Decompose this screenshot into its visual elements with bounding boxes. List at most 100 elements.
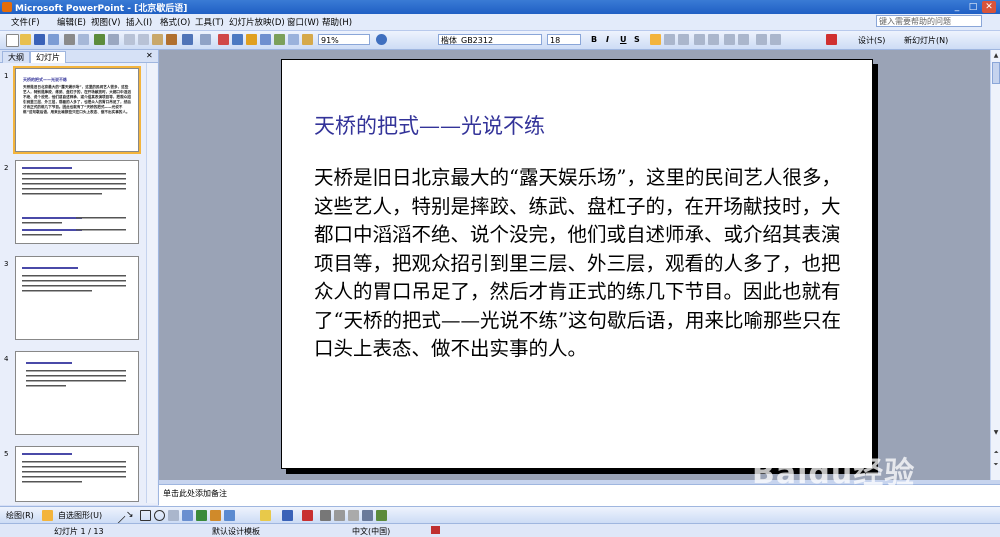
print-icon[interactable] (64, 34, 75, 45)
grid-icon[interactable] (288, 34, 299, 45)
scroll-down-icon[interactable]: ▼ (992, 428, 1000, 437)
status-bar: 幻灯片 1 / 13 默认设计模板 中文(中国) (0, 523, 1000, 537)
font-select[interactable]: 楷体_GB2312 (438, 34, 542, 45)
help-icon[interactable] (376, 34, 387, 45)
picture-icon[interactable] (224, 510, 235, 521)
save-icon[interactable] (34, 34, 45, 45)
numbering-icon[interactable] (694, 34, 705, 45)
increase-font-icon[interactable] (724, 34, 735, 45)
shadow-style-icon[interactable] (362, 510, 373, 521)
arrow-icon[interactable]: ↘ (126, 510, 137, 521)
help-search-input[interactable]: 键入需要帮助的问题 (876, 15, 982, 27)
menu-file[interactable]: 文件(F) (11, 16, 40, 28)
scroll-thumb[interactable] (992, 62, 1000, 84)
menu-bar: 文件(F) 编辑(E) 视图(V) 插入(I) 格式(O) 工具(T) 幻灯片放… (0, 14, 1000, 31)
close-pane-icon[interactable]: ✕ (146, 51, 153, 60)
close-button[interactable]: ✕ (982, 1, 996, 13)
align-center-icon[interactable] (664, 34, 675, 45)
menu-tools[interactable]: 工具(T) (195, 16, 224, 28)
align-right-icon[interactable] (678, 34, 689, 45)
bullets-icon[interactable] (708, 34, 719, 45)
oval-icon[interactable] (154, 510, 165, 521)
menu-window[interactable]: 窗口(W) (287, 16, 319, 28)
open-icon[interactable] (20, 34, 31, 45)
line-icon[interactable] (109, 507, 126, 525)
menu-insert[interactable]: 插入(I) (126, 16, 152, 28)
diagram-icon[interactable] (196, 510, 207, 521)
3d-style-icon[interactable] (376, 510, 387, 521)
autoshapes-button[interactable]: 自选图形(U) (58, 510, 102, 521)
slide-thumbnail-4[interactable] (15, 351, 139, 435)
italic-button[interactable]: I (606, 35, 609, 44)
design-template: 默认设计模板 (212, 527, 260, 536)
new-slide-button[interactable]: 新幻灯片(N) (904, 35, 948, 46)
shadow-button[interactable]: S (634, 35, 640, 44)
menu-view[interactable]: 视图(V) (91, 16, 120, 28)
design-button[interactable]: 设计(S) (858, 35, 885, 46)
tables-borders-icon[interactable] (246, 34, 257, 45)
draw-menu-button[interactable]: 绘图(R) (6, 510, 34, 521)
slide-thumbnail-5[interactable] (15, 446, 139, 502)
paste-icon[interactable] (152, 34, 163, 45)
print-preview-icon[interactable] (78, 34, 89, 45)
fill-color-icon[interactable] (260, 510, 271, 521)
expand-all-icon[interactable] (274, 34, 285, 45)
color-grayscale-icon[interactable] (302, 34, 313, 45)
permission-icon[interactable] (48, 34, 59, 45)
slide-thumbnail-1[interactable]: 天桥的把式——光说不练 天桥是旧日北京最大的“露天娱乐场”，这里的民间艺人很多，… (13, 66, 141, 154)
decrease-indent-icon[interactable] (756, 34, 767, 45)
textbox-icon[interactable] (168, 510, 179, 521)
bold-button[interactable]: B (591, 35, 597, 44)
font-size-select[interactable]: 18 (547, 34, 581, 45)
minimize-button[interactable]: _ (950, 1, 964, 13)
thumbnail-scrollbar[interactable] (146, 63, 157, 503)
menu-slideshow[interactable]: 幻灯片放映(D) (229, 16, 285, 28)
undo-icon[interactable] (182, 34, 193, 45)
underline-button[interactable]: U (620, 35, 627, 44)
slide-body-text[interactable]: 天桥是旧日北京最大的“露天娱乐场”，这里的民间艺人很多，这些艺人，特别是摔跤、练… (314, 164, 854, 364)
scroll-up-icon[interactable]: ▲ (992, 51, 1000, 60)
hyperlink-icon[interactable] (260, 34, 271, 45)
maximize-button[interactable]: □ (966, 1, 980, 13)
dash-style-icon[interactable] (334, 510, 345, 521)
slide-title[interactable]: 天桥的把式——光说不练 (314, 110, 545, 140)
redo-icon[interactable] (200, 34, 211, 45)
slide-canvas[interactable]: 天桥的把式——光说不练 天桥是旧日北京最大的“露天娱乐场”，这里的民间艺人很多，… (281, 59, 873, 469)
menu-help[interactable]: 帮助(H) (322, 16, 352, 28)
new-icon[interactable] (6, 34, 19, 47)
increase-indent-icon[interactable] (770, 34, 781, 45)
drawbar-font-color-icon[interactable] (302, 510, 313, 521)
slides-panel: 大纲 幻灯片 ✕ 1 天桥的把式——光说不练 天桥是旧日北京最大的“露天娱乐场”… (0, 50, 159, 505)
spelling-icon[interactable] (94, 34, 105, 45)
vertical-scrollbar[interactable]: ▲ ▼ ⏶ ⏷ (990, 50, 1000, 480)
rectangle-icon[interactable] (140, 510, 151, 521)
notes-pane[interactable]: 单击此处添加备注 (159, 484, 1000, 506)
previous-slide-icon[interactable]: ⏶ (992, 448, 1000, 457)
research-icon[interactable] (108, 34, 119, 45)
align-left-icon[interactable] (650, 34, 661, 45)
menu-format[interactable]: 格式(O) (160, 16, 190, 28)
chart-icon[interactable] (218, 34, 229, 45)
copy-icon[interactable] (138, 34, 149, 45)
wordart-icon[interactable] (182, 510, 193, 521)
table-icon[interactable] (232, 34, 243, 45)
tab-outline[interactable]: 大纲 (2, 51, 30, 63)
menu-edit[interactable]: 编辑(E) (57, 16, 86, 28)
decrease-font-icon[interactable] (738, 34, 749, 45)
select-objects-icon[interactable] (42, 510, 53, 521)
line-style-icon[interactable] (320, 510, 331, 521)
tab-slides[interactable]: 幻灯片 (30, 51, 66, 63)
clipart-icon[interactable] (210, 510, 221, 521)
spell-check-icon (431, 526, 440, 534)
line-color-icon[interactable] (282, 510, 293, 521)
next-slide-icon[interactable]: ⏷ (992, 460, 1000, 469)
thumb-number: 5 (4, 450, 9, 458)
slide-thumbnail-2[interactable] (15, 160, 139, 244)
format-painter-icon[interactable] (166, 34, 177, 45)
slide-thumbnail-3[interactable] (15, 256, 139, 340)
cut-icon[interactable] (124, 34, 135, 45)
font-color-icon[interactable] (826, 34, 837, 45)
thumb-number: 1 (4, 72, 9, 80)
zoom-select[interactable]: 91% (318, 34, 370, 45)
arrow-style-icon[interactable] (348, 510, 359, 521)
